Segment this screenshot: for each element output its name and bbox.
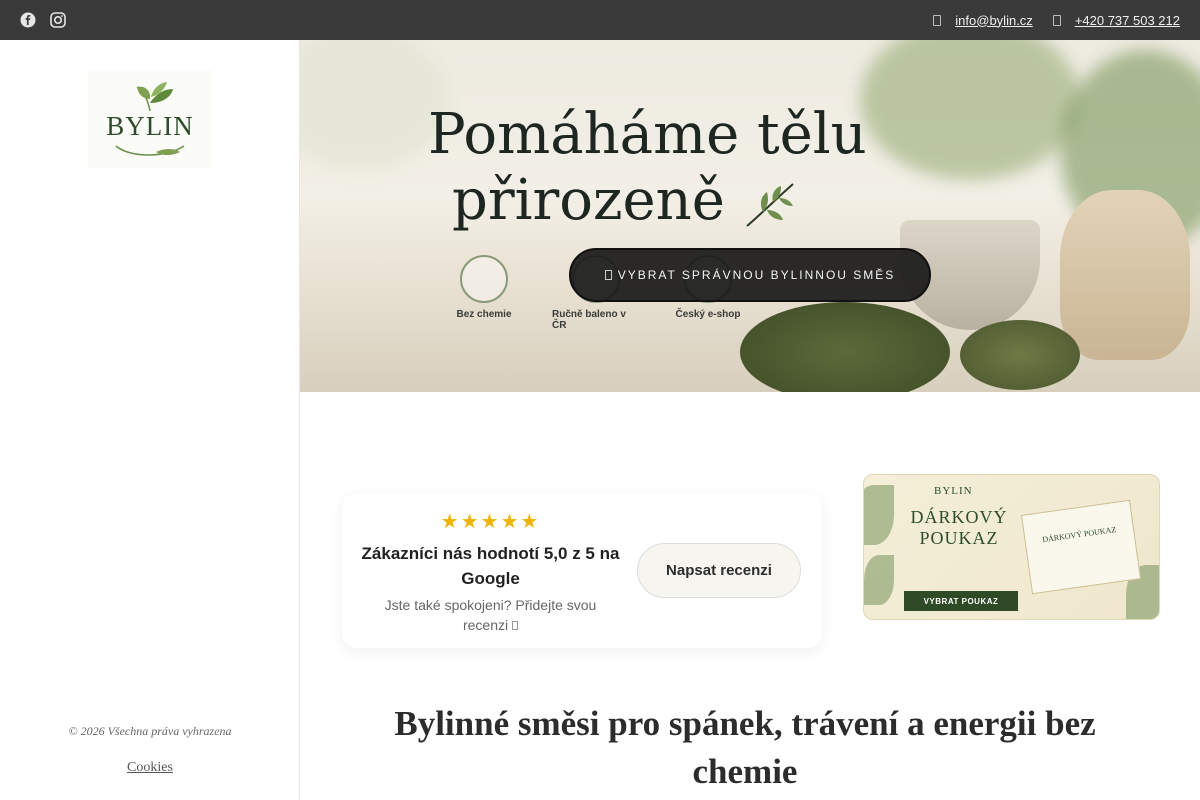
herb-bowl-image — [960, 320, 1080, 390]
copyright-text: © 2026 Všechna práva vyhrazena — [68, 724, 232, 738]
herb-bowl-image — [740, 302, 950, 392]
google-review-card: ★★★★★ Zákazníci nás hodnotí 5,0 z 5 na G… — [342, 493, 822, 648]
contact-links: info@bylin.cz +420 737 503 212 — [933, 13, 1180, 28]
write-review-button[interactable]: Napsat recenzi — [637, 543, 801, 598]
site-logo[interactable]: BYLIN — [88, 70, 212, 168]
section-heading: Bylinné směsi pro spánek, trávení a ener… — [394, 704, 1096, 791]
logo-text: BYLIN — [106, 110, 194, 141]
email-link[interactable]: info@bylin.cz — [955, 13, 1033, 28]
cookies-link[interactable]: Cookies — [0, 760, 300, 776]
social-links — [20, 12, 66, 28]
facebook-icon[interactable] — [20, 12, 36, 28]
foliage-decoration — [860, 40, 1080, 180]
phone-link[interactable]: +420 737 503 212 — [1075, 13, 1180, 28]
logo-swoosh-icon — [115, 144, 185, 156]
email-contact: info@bylin.cz — [933, 13, 1033, 28]
phone-contact: +420 737 503 212 — [1052, 13, 1180, 28]
cta-icon — [604, 270, 612, 280]
external-link-icon — [512, 621, 519, 630]
hero-title-line2: přirozeně — [428, 168, 867, 234]
cta-label: VYBRAT SPRÁVNOU BYLINNOU SMĚS — [617, 268, 896, 282]
voucher-card-image: DÁRKOVÝ POUKAZ — [1020, 499, 1142, 595]
leaf-logo-icon — [136, 81, 173, 111]
top-bar: info@bylin.cz +420 737 503 212 — [0, 0, 1200, 40]
herb-sprig-icon — [746, 182, 794, 227]
email-icon — [933, 14, 942, 26]
leaf-decoration — [864, 485, 894, 545]
instagram-icon[interactable] — [50, 12, 66, 28]
phone-icon — [1052, 14, 1061, 26]
review-title: Zákazníci nás hodnotí 5,0 z 5 na Google — [361, 544, 620, 588]
badge-no-chemicals: Bez chemie — [440, 255, 528, 331]
herb-sack-image — [1060, 190, 1190, 360]
badge-label: Bez chemie — [456, 309, 512, 320]
hero-title: Pomáháme tělu přirozeně — [428, 102, 867, 234]
choose-voucher-button[interactable]: VYBRAT POUKAZ — [904, 591, 1018, 611]
hero-title-line1: Pomáháme tělu — [428, 102, 867, 167]
badge-label: Ručně baleno v ČR — [552, 309, 626, 331]
hero-banner: Pomáháme tělu přirozeně Bez chemie Ručně… — [300, 40, 1200, 392]
sidebar: BYLIN © 2026 Všechna práva vyhrazena Coo… — [0, 40, 300, 800]
voucher-logo: BYLIN — [934, 485, 973, 497]
review-subtitle[interactable]: Jste také spokojeni? Přidejte svou recen… — [372, 595, 609, 635]
voucher-title: DÁRKOVÝ POUKAZ — [910, 507, 1008, 548]
gift-voucher-banner[interactable]: BYLIN DÁRKOVÝ POUKAZ DÁRKOVÝ POUKAZ VYBR… — [863, 474, 1160, 620]
rating-stars: ★★★★★ — [440, 511, 541, 533]
voucher-card-title: DÁRKOVÝ POUKAZ — [1041, 524, 1117, 545]
leaf-icon — [460, 255, 508, 303]
leaf-decoration — [864, 555, 894, 605]
choose-blend-button[interactable]: VYBRAT SPRÁVNOU BYLINNOU SMĚS — [569, 248, 931, 302]
badge-label: Český e-shop — [675, 309, 741, 320]
